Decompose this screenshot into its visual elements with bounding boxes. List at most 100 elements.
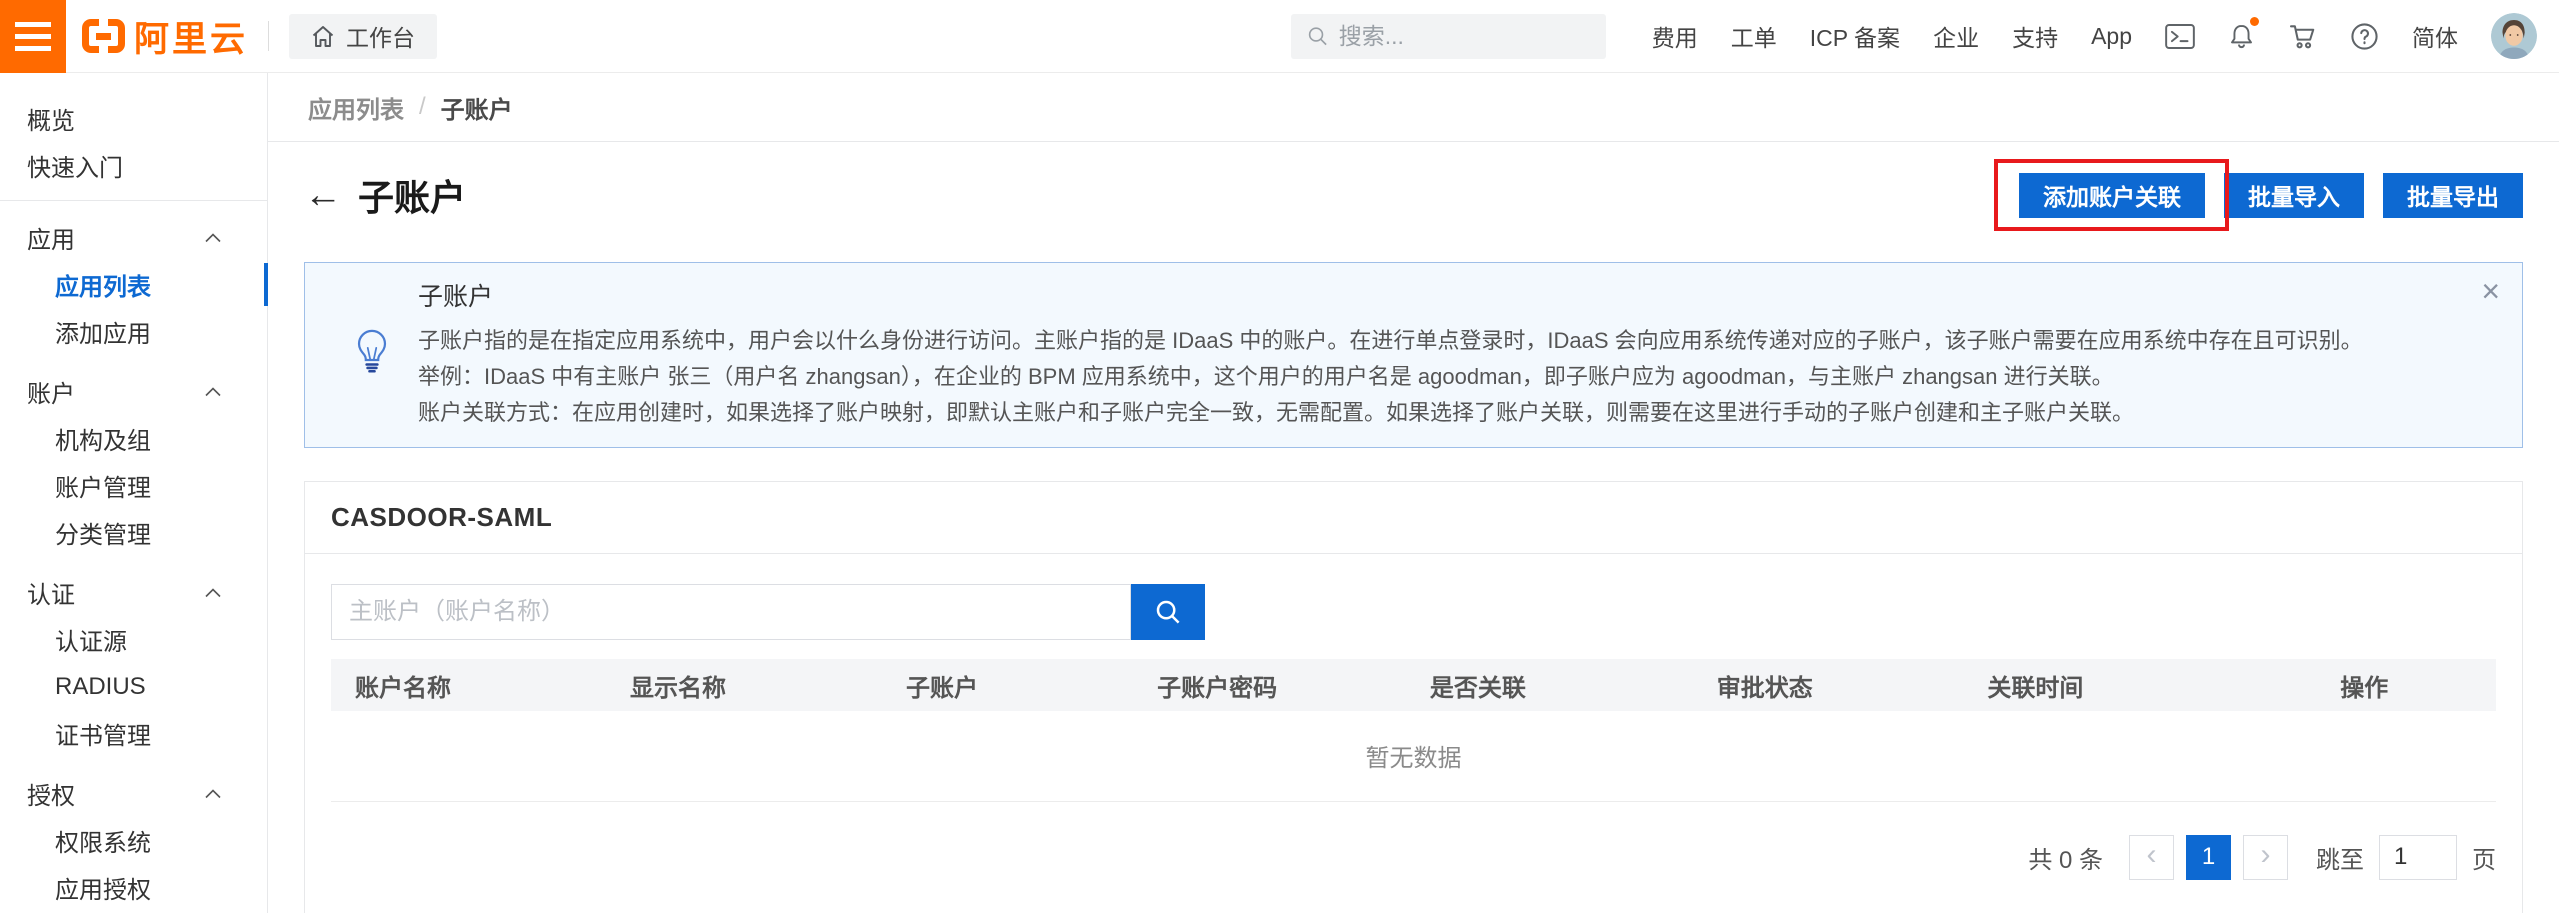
column-actions: 操作 [2316,659,2496,711]
nav-link-billing[interactable]: 费用 [1652,19,1698,53]
jump-page-input[interactable] [2379,835,2457,880]
batch-export-button[interactable]: 批量导出 [2383,173,2523,218]
breadcrumb: 应用列表 / 子账户 [268,73,2559,142]
help-icon[interactable] [2350,22,2379,51]
notice-body: 子账户 子账户指的是在指定应用系统中，用户会以什么身份进行访问。主账户指的是 I… [418,277,2462,431]
alibaba-cloud-logo[interactable]: 阿里云 [82,11,248,62]
sidebar-group-authentication: 认证 认证源 RADIUS 证书管理 [0,569,267,757]
sidebar-group-label: 认证 [27,575,75,610]
page-header: ← 子账户 添加账户关联 批量导入 批量导出 [304,164,2523,226]
hamburger-bar [15,46,51,51]
nav-link-enterprise[interactable]: 企业 [1933,19,1979,53]
sidebar-item-category-mgmt[interactable]: 分类管理 [0,509,267,556]
global-search-input[interactable] [1339,23,1591,50]
sidebar-item-overview[interactable]: 概览 [0,95,267,142]
sidebar-group-account-header[interactable]: 账户 [0,368,267,415]
sidebar-group-authorization-header[interactable]: 授权 [0,770,267,817]
current-page-button[interactable]: 1 [2186,835,2231,880]
subaccount-card: CASDOOR-SAML [304,481,2523,913]
page-actions: 添加账户关联 批量导入 批量导出 [2019,173,2523,218]
sidebar-item-radius[interactable]: RADIUS [0,663,267,710]
navbar-right-menu: 费用 工单 ICP 备案 企业 支持 App 简体 [1652,13,2537,59]
logo-text: 阿里云 [134,11,248,62]
breadcrumb-current: 子账户 [441,90,513,125]
nav-link-support[interactable]: 支持 [2012,19,2058,53]
nav-link-icp-filing[interactable]: ICP 备案 [1810,19,1900,53]
global-search[interactable] [1291,14,1606,59]
sidebar-group-label: 应用 [27,220,75,255]
notice-line: 举例：IDaaS 中有主账户 张三（用户名 zhangsan），在企业的 BPM… [418,359,2462,395]
sidebar-item-app-list[interactable]: 应用列表 [0,261,267,308]
jump-label: 跳至 [2316,840,2364,875]
search-button[interactable] [1131,584,1205,640]
hamburger-bar [15,34,51,39]
sidebar-item-permission-system[interactable]: 权限系统 [0,817,267,864]
cart-icon[interactable] [2288,22,2317,50]
sidebar-group-account: 账户 机构及组 账户管理 分类管理 [0,368,267,556]
nav-link-app[interactable]: App [2091,23,2132,50]
logo-dash-icon [96,33,111,40]
page-title: 子账户 [358,169,466,221]
hamburger-menu-button[interactable] [0,0,66,73]
chevron-up-icon [205,233,221,243]
bell-icon[interactable] [2228,22,2255,50]
sidebar-item-cert-mgmt[interactable]: 证书管理 [0,710,267,757]
notice-title: 子账户 [418,277,2462,313]
sidebar-group-label: 授权 [27,776,75,811]
subaccount-notice: 子账户 子账户指的是在指定应用系统中，用户会以什么身份进行访问。主账户指的是 I… [304,262,2523,448]
column-approval-status: 审批状态 [1693,659,1964,711]
terminal-icon[interactable] [2165,23,2195,50]
search-icon [1153,597,1183,627]
column-subaccount-password: 子账户密码 [1133,659,1406,711]
account-search-row [331,584,2496,640]
avatar[interactable] [2491,13,2537,59]
empty-row: 暂无数据 [331,711,2496,801]
chevron-up-icon [205,789,221,799]
page-jump: 跳至 页 [2316,835,2496,880]
close-icon[interactable]: × [2481,275,2500,307]
sidebar-divider [0,200,267,201]
sidebar-group-authorization: 授权 权限系统 应用授权 [0,770,267,911]
sidebar-item-quickstart[interactable]: 快速入门 [0,142,267,189]
total-count: 共 0 条 [2028,840,2103,875]
sidebar: 概览 快速入门 应用 应用列表 添加应用 账户 机构及组 账户管理 分类管理 认… [0,73,268,913]
lightbulb-icon [353,328,391,381]
back-arrow-button[interactable]: ← [304,176,342,214]
primary-account-search-input[interactable] [331,584,1131,640]
chevron-up-icon [205,588,221,598]
card-header: CASDOOR-SAML [305,482,2522,554]
navbar-divider [268,21,269,51]
prev-page-button[interactable]: ‹ [2129,835,2174,880]
sidebar-group-label: 账户 [27,374,75,409]
sidebar-item-auth-source[interactable]: 认证源 [0,616,267,663]
subaccount-table: 账户名称 显示名称 子账户 子账户密码 是否关联 审批状态 关联时间 操作 [331,659,2496,802]
column-account-name: 账户名称 [331,659,606,711]
sidebar-item-org-groups[interactable]: 机构及组 [0,415,267,462]
top-navbar: 阿里云 工作台 费用 工单 ICP 备案 企业 支持 App 简体 [0,0,2559,73]
sidebar-item-app-authorization[interactable]: 应用授权 [0,864,267,911]
notification-dot [2250,17,2259,26]
card-title: CASDOOR-SAML [331,502,552,533]
page-unit-label: 页 [2472,840,2496,875]
table-header-row: 账户名称 显示名称 子账户 子账户密码 是否关联 审批状态 关联时间 操作 [331,659,2496,711]
nav-link-tickets[interactable]: 工单 [1731,19,1777,53]
chevron-up-icon [205,387,221,397]
column-subaccount: 子账户 [882,659,1133,711]
add-account-link-button[interactable]: 添加账户关联 [2019,173,2205,218]
empty-state: 暂无数据 [331,711,2496,801]
home-icon [311,25,335,48]
search-icon [1306,23,1329,49]
sidebar-item-add-app[interactable]: 添加应用 [0,308,267,355]
column-display-name: 显示名称 [606,659,882,711]
sidebar-item-account-mgmt[interactable]: 账户管理 [0,462,267,509]
locale-switcher[interactable]: 简体 [2412,19,2458,53]
breadcrumb-separator: / [419,93,426,121]
sidebar-group-application-header[interactable]: 应用 [0,214,267,261]
workbench-button[interactable]: 工作台 [289,14,437,59]
sidebar-group-authentication-header[interactable]: 认证 [0,569,267,616]
breadcrumb-app-list[interactable]: 应用列表 [308,90,404,125]
next-page-button[interactable]: › [2243,835,2288,880]
pagination: 共 0 条 ‹ 1 › 跳至 页 [331,835,2496,913]
batch-import-button[interactable]: 批量导入 [2224,173,2364,218]
column-linked: 是否关联 [1406,659,1693,711]
